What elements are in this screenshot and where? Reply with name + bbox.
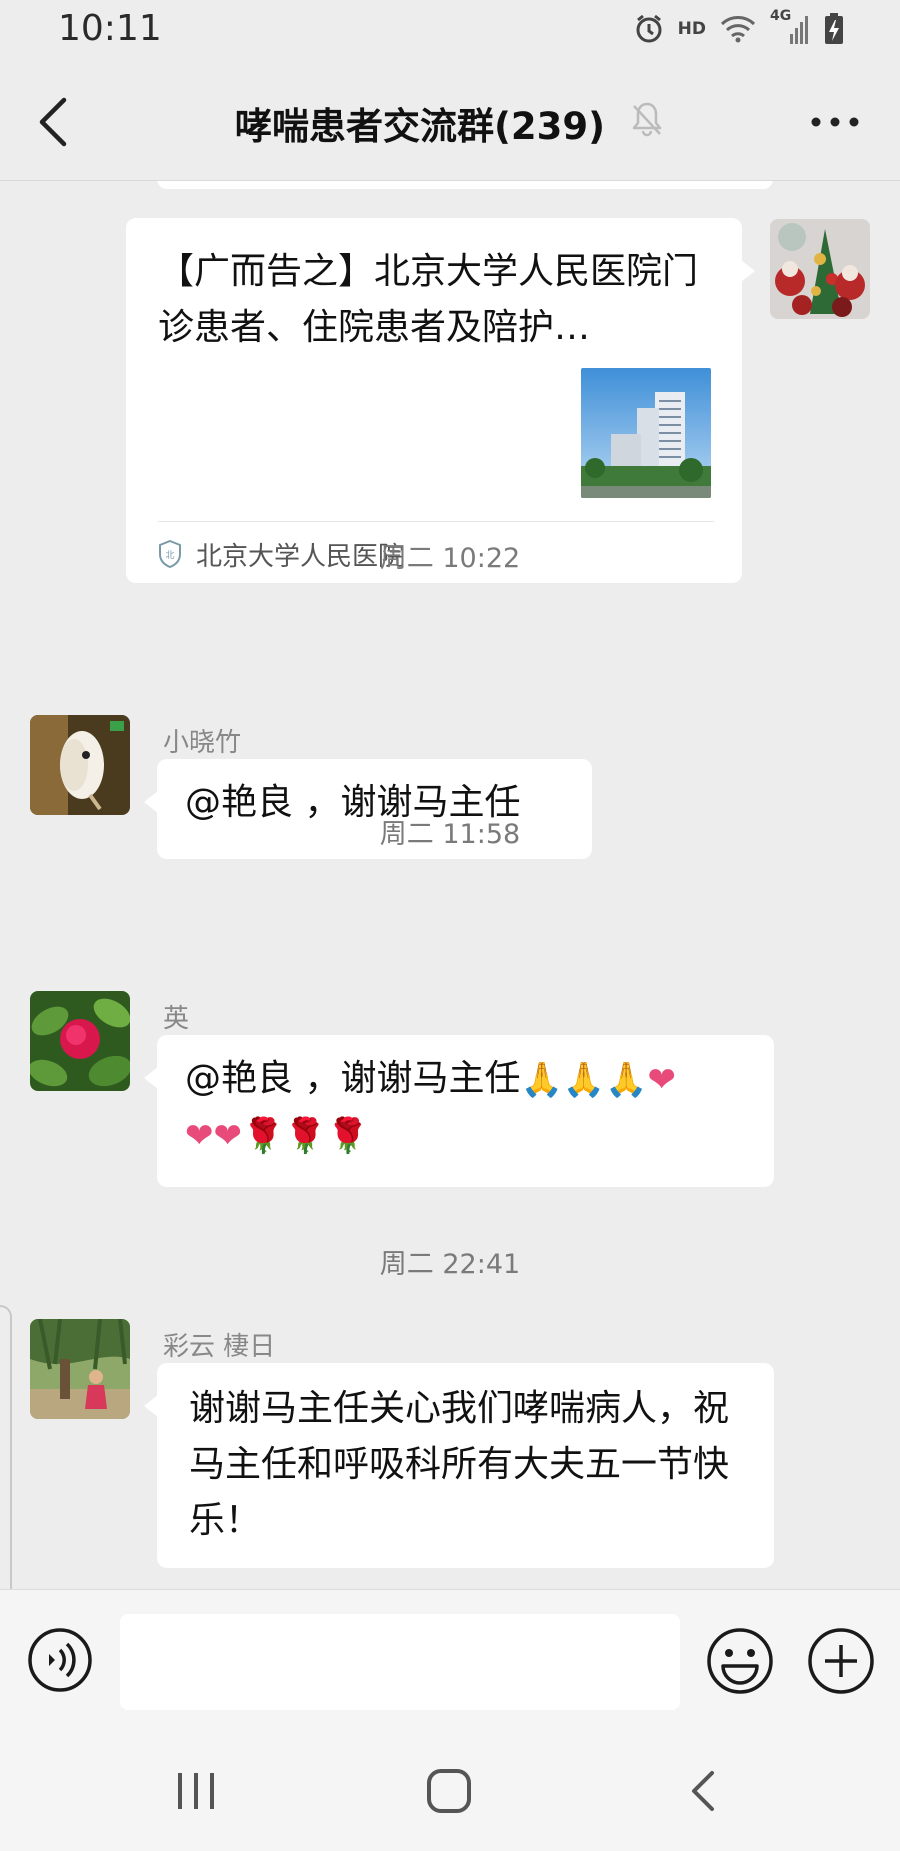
rose-emoji: 🌹: [284, 1116, 327, 1156]
battery-icon: [825, 13, 843, 44]
recent-apps-icon[interactable]: [175, 1771, 217, 1811]
timestamp: 周二 10:22: [379, 543, 521, 574]
system-nav-bar: [0, 1731, 900, 1851]
message-bubble[interactable]: 谢谢马主任关心我们哮喘病人，祝马主任和呼吸科所有大夫五一节快乐！: [144, 1363, 774, 1568]
rose-emoji: 🌹: [326, 1116, 370, 1156]
avatar[interactable]: [30, 991, 130, 1091]
card-thumbnail: [581, 368, 711, 498]
bubble-tail: [741, 260, 755, 282]
sender-name: 小晓竹: [163, 728, 242, 758]
wifi-icon: [720, 16, 756, 43]
alarm-icon: [636, 14, 662, 43]
avatar[interactable]: [30, 715, 130, 815]
bubble-tail: [144, 1067, 158, 1089]
chat-title[interactable]: 哮喘患者交流群(239): [0, 96, 900, 150]
more-dots-icon[interactable]: [810, 114, 860, 130]
hd-indicator: HD: [677, 19, 706, 39]
heart-emoji: ❤: [213, 1116, 243, 1156]
nav-back-icon[interactable]: [688, 1769, 718, 1813]
emoji-icon[interactable]: [705, 1626, 775, 1696]
message-input[interactable]: [120, 1614, 680, 1710]
plus-icon[interactable]: [806, 1626, 876, 1696]
home-icon[interactable]: [425, 1767, 473, 1815]
pray-emoji: 🙏: [562, 1060, 606, 1100]
link-card-message[interactable]: 【广而告之】北京大学人民医院门诊患者、住院患者及陪护… 北 北京大学人民医院: [126, 218, 755, 583]
sender-name: 彩云 棲日: [163, 1332, 276, 1362]
bubble-tail: [144, 791, 158, 813]
voice-icon[interactable]: [27, 1627, 93, 1693]
chat-area[interactable]: 【广而告之】北京大学人民医院门诊患者、住院患者及陪护… 北 北京大学人民医院 周…: [0, 181, 900, 1589]
sender-name: 英: [163, 1004, 190, 1034]
rose-emoji: 🌹: [242, 1116, 285, 1156]
status-time: 10:11: [58, 8, 162, 49]
card-divider: [158, 521, 714, 522]
pray-emoji: 🙏: [605, 1060, 648, 1100]
cell-signal-icon: 4G: [770, 8, 810, 46]
avatar[interactable]: [30, 1319, 130, 1419]
timestamp: 周二 22:41: [379, 1249, 521, 1280]
pray-emoji: 🙏: [520, 1060, 563, 1100]
status-bar: 10:11 HD 4G: [0, 0, 900, 62]
chat-header: 哮喘患者交流群(239): [0, 62, 900, 181]
message-text: @艳良 ，谢谢马主任: [185, 1058, 521, 1099]
status-icons: HD 4G: [634, 8, 844, 46]
card-title: 【广而告之】北京大学人民医院门诊患者、住院患者及陪护…: [158, 251, 699, 348]
heart-emoji: ❤: [185, 1116, 214, 1156]
input-bar: [0, 1589, 900, 1732]
previous-message-bubble[interactable]: [157, 181, 773, 189]
message-bubble[interactable]: @艳良 ，谢谢马主任🙏🙏🙏❤ ❤❤🌹🌹🌹: [144, 1035, 774, 1187]
message-text: 谢谢马主任关心我们哮喘病人，祝马主任和呼吸科所有大夫五一节快乐！: [189, 1388, 730, 1541]
my-avatar[interactable]: [770, 219, 870, 319]
mute-bell-icon: [632, 102, 662, 137]
heart-emoji: ❤: [647, 1060, 676, 1100]
bubble-tail: [144, 1395, 158, 1417]
timestamp: 周二 11:58: [379, 819, 521, 850]
